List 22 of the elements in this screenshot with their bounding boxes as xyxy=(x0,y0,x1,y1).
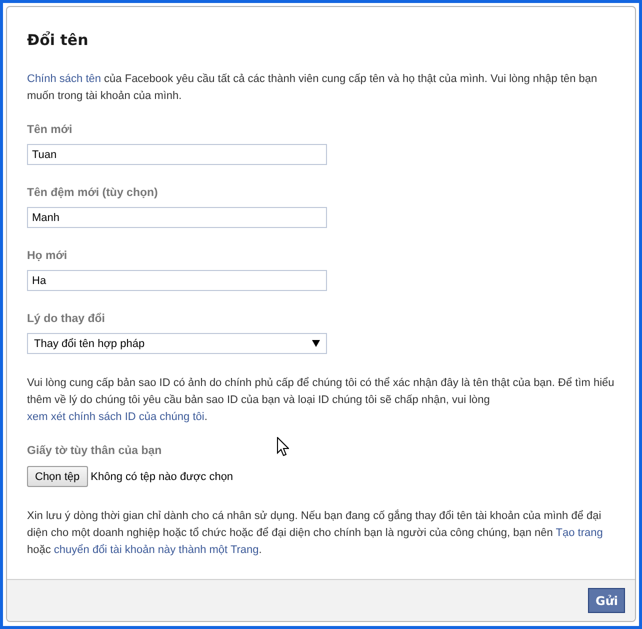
caret-icon xyxy=(312,340,320,347)
field-label: Tên đệm mới (tùy chọn) xyxy=(27,186,158,200)
id-policy-link[interactable]: xem xét chính sách ID của chúng tôi xyxy=(27,411,204,423)
field-label: Tên mới xyxy=(27,123,72,137)
page-link[interactable]: chuyển đổi tài khoản này thành một Trang xyxy=(54,544,259,556)
submit-button[interactable]: Gửi xyxy=(588,588,625,613)
text-field[interactable]: Ha xyxy=(27,270,327,291)
field-label: Lý do thay đổi xyxy=(27,312,105,326)
policy-link[interactable]: Chính sách tên xyxy=(27,73,101,85)
text-field[interactable]: Manh xyxy=(27,207,327,228)
field-label: Họ mới xyxy=(27,249,68,263)
timeline-note-text: Xin lưu ý dòng thời gian chỉ dành cho cá nhân sử dụng. Nếu bạn đang cố gắng thay đổi tên tài khoản của mình để đại diện cho một doanh nghiệp hoặc tổ chức hoặc để đại diện cho chính bạn là người của công chúng, bạn nên Tạo trang hoặc chuyển đổi tài khoản này thành một Trang. xyxy=(27,508,604,558)
id-notice-text: Vui lòng cung cấp bản sao ID có ảnh do chính phủ cấp để chúng tôi có thể xác nhận đây là tên thật của bạn. Để tìm hiểu thêm về lý do chúng tôi yêu cầu bản sao ID của bạn và loại ID chúng tôi sẽ chấp nhận, vui lòng xem xét chính sách ID của chúng tôi. xyxy=(27,376,616,425)
name-policy-text: Chính sách tên của Facebook yêu cầu tất cả các thành viên cung cấp tên và họ thật của mình. Vui lòng nhập tên bạn muốn trong tài khoản của mình. xyxy=(27,72,598,104)
file-status-text: Không có tệp nào được chọn xyxy=(90,470,234,482)
reason-dropdown[interactable]: Thay đổi tên hợp pháp xyxy=(27,333,327,354)
dialog-title: Đổi tên xyxy=(27,30,88,50)
field-label: Giấy tờ tùy thân của bạn xyxy=(27,444,162,458)
choose-file-button[interactable]: Chọn tệp xyxy=(27,466,88,487)
mouse-pointer-icon xyxy=(277,437,289,456)
page-link[interactable]: Tạo trang xyxy=(556,527,603,539)
text-field[interactable]: Tuan xyxy=(27,144,327,165)
